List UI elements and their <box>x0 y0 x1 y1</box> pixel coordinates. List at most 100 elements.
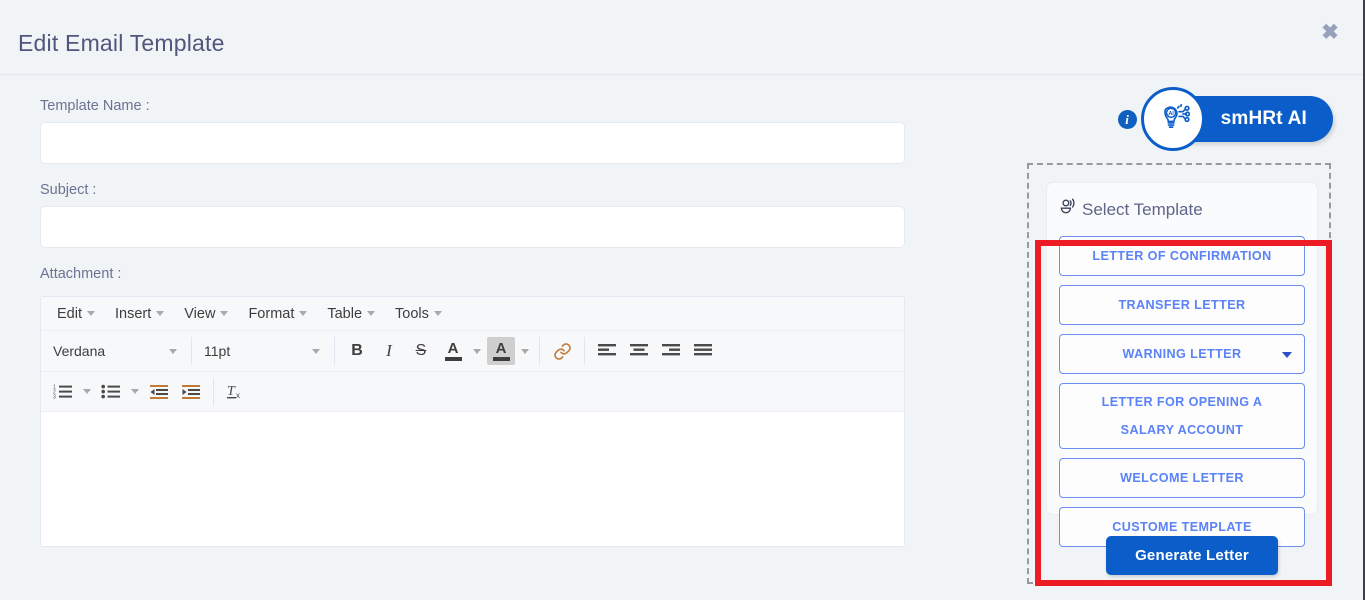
menu-insert-label: Insert <box>115 305 152 322</box>
template-option-label: LETTER FOR OPENING A SALARY ACCOUNT <box>1101 395 1263 437</box>
link-button[interactable] <box>546 336 578 366</box>
align-right-icon <box>661 342 681 360</box>
smhrt-ai-button-group: AI smHRt AI <box>1140 87 1333 151</box>
font-family-select[interactable]: Verdana <box>47 336 185 366</box>
close-icon[interactable]: ✖ <box>1317 20 1343 46</box>
chevron-down-icon <box>473 348 481 354</box>
strikethrough-icon: S <box>415 342 427 359</box>
text-color-icon: A <box>439 337 467 365</box>
clear-formatting-icon: T x <box>226 382 246 401</box>
bullet-list-dropdown[interactable] <box>127 377 143 407</box>
rich-text-editor: Edit Insert View Format Table Tools Verd… <box>40 296 905 547</box>
svg-text:x: x <box>236 391 240 400</box>
decrease-indent-icon <box>149 383 169 401</box>
italic-button[interactable]: I <box>373 336 405 366</box>
chevron-down-icon <box>83 389 91 394</box>
decrease-indent-button[interactable] <box>143 377 175 407</box>
template-option-list: LETTER OF CONFIRMATION TRANSFER LETTER W… <box>1047 222 1317 547</box>
editor-menubar: Edit Insert View Format Table Tools <box>41 297 904 331</box>
align-right-button[interactable] <box>655 336 687 366</box>
template-form: Template Name : Subject : Attachment : E… <box>40 98 905 547</box>
link-icon <box>553 342 572 361</box>
template-option-label: WARNING LETTER <box>1122 347 1242 361</box>
menu-table[interactable]: Table <box>317 303 385 325</box>
increase-indent-button[interactable] <box>175 377 207 407</box>
editor-toolbar-row-1: Verdana 11pt B I S A A <box>41 331 904 371</box>
menu-edit[interactable]: Edit <box>47 303 105 325</box>
ai-lightbulb-icon: AI <box>1140 87 1205 151</box>
generate-letter-button[interactable]: Generate Letter <box>1106 536 1278 575</box>
smhrt-ai-header: i AI smHRt AI <box>1117 87 1333 151</box>
select-template-card: Select Template LETTER OF CONFIRMATION T… <box>1046 182 1318 547</box>
numbered-list-button[interactable]: 1 2 3 <box>47 377 79 407</box>
align-center-button[interactable] <box>623 336 655 366</box>
svg-text:T: T <box>227 384 236 399</box>
menu-insert[interactable]: Insert <box>105 303 174 325</box>
bold-button[interactable]: B <box>341 336 373 366</box>
template-option-label: WELCOME LETTER <box>1120 471 1244 485</box>
template-option-letter-of-confirmation[interactable]: LETTER OF CONFIRMATION <box>1059 236 1305 276</box>
increase-indent-icon <box>181 383 201 401</box>
menu-format[interactable]: Format <box>238 303 317 325</box>
subject-label: Subject : <box>40 182 97 198</box>
menu-tools-label: Tools <box>395 305 429 322</box>
background-color-dropdown[interactable] <box>517 336 533 366</box>
background-color-icon: A <box>487 337 515 365</box>
menu-view-label: View <box>184 305 216 322</box>
edit-email-template-modal: Edit Email Template ✖ Template Name : Su… <box>0 0 1365 600</box>
bullet-list-button[interactable] <box>95 377 127 407</box>
strikethrough-button[interactable]: S <box>405 336 437 366</box>
bullet-list-icon <box>101 383 121 401</box>
modal-header: Edit Email Template ✖ <box>0 0 1363 75</box>
template-option-salary-account-letter[interactable]: LETTER FOR OPENING A SALARY ACCOUNT <box>1059 383 1305 449</box>
numbered-list-dropdown[interactable] <box>79 377 95 407</box>
attachment-label: Attachment : <box>40 266 122 282</box>
text-color-button[interactable]: A <box>437 336 469 366</box>
toolbar-separator <box>213 377 214 406</box>
align-left-icon <box>597 342 617 360</box>
font-size-select[interactable]: 11pt <box>198 336 328 366</box>
align-justify-icon <box>693 342 713 360</box>
menu-table-label: Table <box>327 305 363 322</box>
editor-toolbar-row-2: 1 2 3 T x <box>41 371 904 411</box>
text-color-swatch <box>444 357 462 361</box>
align-justify-button[interactable] <box>687 336 719 366</box>
bold-icon: B <box>351 342 363 359</box>
chevron-down-icon <box>87 311 95 316</box>
template-option-warning-letter[interactable]: WARNING LETTER <box>1059 334 1305 374</box>
chevron-down-icon <box>1282 352 1292 358</box>
select-template-label: Select Template <box>1082 199 1203 219</box>
text-color-dropdown[interactable] <box>469 336 485 366</box>
smhrt-ai-label: smHRt AI <box>1220 108 1307 129</box>
toolbar-separator <box>191 337 192 365</box>
menu-view[interactable]: View <box>174 303 238 325</box>
chevron-down-icon <box>433 311 442 316</box>
announcement-icon <box>1059 197 1079 222</box>
template-name-input[interactable] <box>40 122 905 164</box>
template-name-label: Template Name : <box>40 98 150 114</box>
select-template-title: Select Template <box>1047 183 1317 222</box>
chevron-down-icon <box>312 348 320 354</box>
toolbar-separator <box>539 337 540 365</box>
editor-content-area[interactable] <box>41 411 904 546</box>
chevron-down-icon <box>299 311 308 316</box>
template-option-label: LETTER OF CONFIRMATION <box>1092 249 1272 263</box>
template-option-transfer-letter[interactable]: TRANSFER LETTER <box>1059 285 1305 325</box>
align-center-icon <box>629 342 649 360</box>
background-color-button[interactable]: A <box>485 336 517 366</box>
background-color-swatch <box>492 357 510 361</box>
align-left-button[interactable] <box>591 336 623 366</box>
toolbar-separator <box>334 337 335 365</box>
info-icon[interactable]: i <box>1117 109 1137 129</box>
template-option-welcome-letter[interactable]: WELCOME LETTER <box>1059 458 1305 498</box>
menu-tools[interactable]: Tools <box>385 303 452 325</box>
subject-input[interactable] <box>40 206 905 248</box>
chevron-down-icon <box>169 348 177 354</box>
chevron-down-icon <box>367 311 376 316</box>
menu-format-label: Format <box>248 305 295 322</box>
page-title: Edit Email Template <box>18 30 225 56</box>
clear-formatting-button[interactable]: T x <box>220 377 252 407</box>
italic-icon: I <box>386 341 392 360</box>
chevron-down-icon <box>220 311 229 316</box>
font-size-value: 11pt <box>204 343 231 359</box>
